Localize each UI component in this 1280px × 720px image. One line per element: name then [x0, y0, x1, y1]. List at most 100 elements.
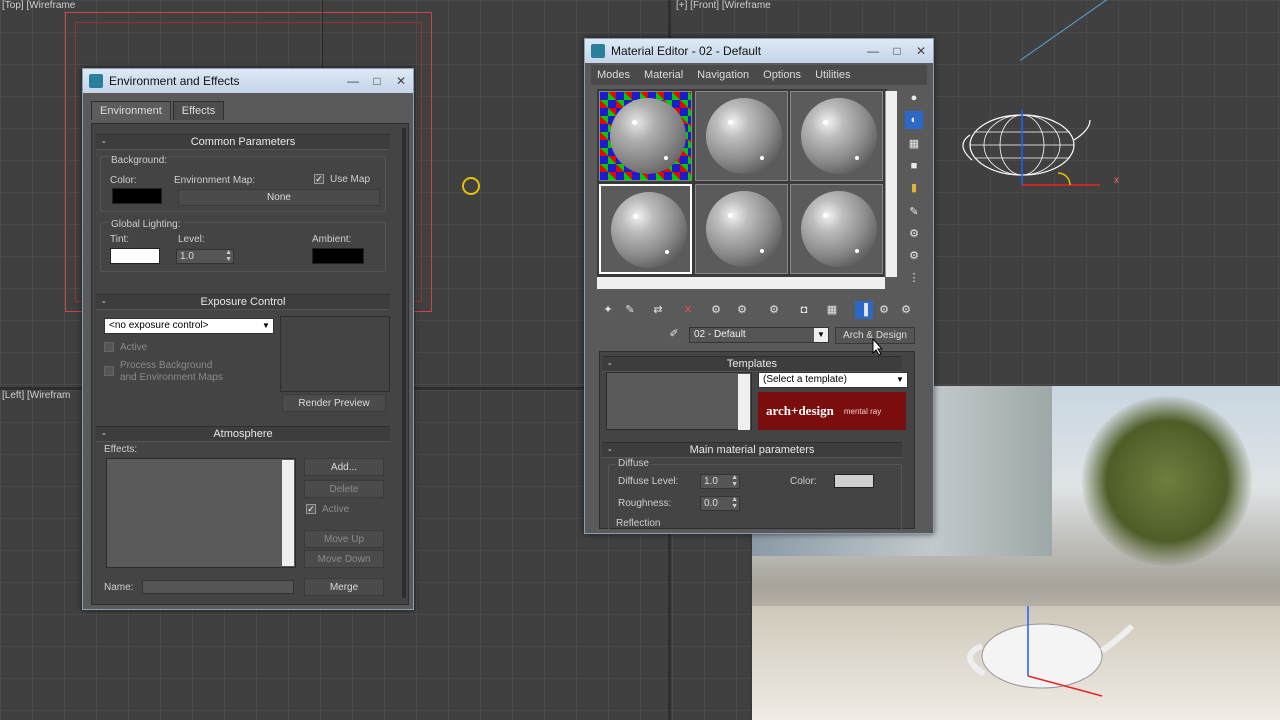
menu-modes[interactable]: Modes: [597, 69, 630, 81]
minimize-icon[interactable]: —: [861, 42, 885, 60]
level-spinner[interactable]: 1.0 ▲ ▼: [176, 249, 234, 264]
axis-x-label: x: [1114, 175, 1119, 186]
put-to-library-icon[interactable]: ⚙: [765, 301, 783, 319]
video-color-check-icon[interactable]: ▮: [905, 179, 923, 197]
tab-environment[interactable]: Environment: [91, 101, 171, 120]
banner-main-text: arch+design: [766, 403, 834, 418]
sample-slot-6[interactable]: [790, 184, 883, 274]
sample-slot-2[interactable]: [695, 91, 788, 181]
common-parameters-header[interactable]: - Common Parameters: [96, 134, 390, 150]
name-field[interactable]: [142, 580, 294, 594]
close-icon[interactable]: ✕: [909, 42, 933, 60]
app-icon: [591, 44, 605, 58]
ambient-label: Ambient:: [312, 234, 352, 245]
maximize-icon[interactable]: □: [885, 42, 909, 60]
mat-params-panel: - Templates (Select a template) ▼ arch+des…: [599, 351, 915, 530]
level-label: Level:: [178, 234, 205, 245]
process-background-checkbox[interactable]: [104, 366, 114, 376]
global-lighting-label: Global Lighting:: [109, 219, 183, 230]
go-to-parent-icon[interactable]: ⚙: [875, 301, 893, 319]
exposure-active-label: Active: [120, 342, 148, 353]
sample-slot-1[interactable]: [599, 91, 692, 181]
left-viewport-label[interactable]: [Left] [Wirefram: [2, 390, 70, 401]
diffuse-level-spinner[interactable]: 1.0 ▲ ▼: [700, 474, 740, 489]
effects-label: Effects:: [104, 444, 138, 455]
make-preview-icon[interactable]: ✎: [905, 203, 923, 221]
arch-design-banner: arch+design mental ray: [758, 392, 906, 430]
sample-uv-tiling-icon[interactable]: ■: [905, 157, 923, 175]
template-select[interactable]: (Select a template) ▼: [758, 372, 908, 388]
environment-map-button[interactable]: None: [178, 189, 380, 206]
env-titlebar[interactable]: Environment and Effects — □ ✕: [83, 69, 413, 93]
teapot-wireframe[interactable]: [950, 90, 1130, 200]
process-background-label-1: Process Background: [120, 360, 213, 371]
minimize-icon[interactable]: —: [341, 72, 365, 90]
mat-menubar: Modes Material Navigation Options Utilit…: [591, 65, 927, 85]
sample-slot-5[interactable]: [695, 184, 788, 274]
close-icon[interactable]: ✕: [389, 72, 413, 90]
main-material-parameters-header[interactable]: - Main material parameters: [602, 442, 902, 458]
put-to-scene-icon[interactable]: ✎: [621, 301, 639, 319]
menu-options[interactable]: Options: [763, 69, 801, 81]
show-shaded-map-icon[interactable]: ▦: [823, 301, 841, 319]
delete-effect-button[interactable]: Delete: [304, 480, 384, 498]
sample-slot-3[interactable]: [790, 91, 883, 181]
background-icon[interactable]: ▦: [905, 135, 923, 153]
exposure-control-header[interactable]: - Exposure Control: [96, 294, 390, 310]
environment-effects-window[interactable]: Environment and Effects — □ ✕ Environmen…: [82, 68, 414, 610]
roughness-spinner[interactable]: 0.0 ▲ ▼: [700, 496, 740, 511]
diffuse-label: Diffuse: [616, 458, 651, 469]
assign-to-selection-icon[interactable]: ⇄: [649, 301, 667, 319]
atmosphere-active-checkbox[interactable]: ✓: [306, 504, 316, 514]
diffuse-color-label: Color:: [790, 476, 817, 487]
exposure-control-dropdown[interactable]: <no exposure control> ▼: [104, 318, 274, 334]
merge-button[interactable]: Merge: [304, 578, 384, 596]
background-label: Background:: [109, 155, 170, 166]
ambient-color-swatch[interactable]: [312, 248, 364, 264]
top-viewport-label[interactable]: [Top] [Wireframe: [2, 0, 75, 11]
sample-type-icon[interactable]: ●: [905, 89, 923, 107]
effects-list-scrollbar[interactable]: [282, 460, 294, 566]
move-down-button[interactable]: Move Down: [304, 550, 384, 568]
sample-slot-4[interactable]: [599, 184, 692, 274]
reset-map-icon[interactable]: ✕: [679, 301, 697, 319]
atmosphere-header[interactable]: - Atmosphere: [96, 426, 390, 442]
slots-horizontal-scrollbar[interactable]: [597, 277, 885, 289]
use-map-checkbox[interactable]: ✓: [314, 174, 324, 184]
slots-vertical-scrollbar[interactable]: [885, 91, 897, 277]
show-end-result-icon[interactable]: ▐: [855, 301, 873, 319]
material-editor-window[interactable]: Material Editor - 02 - Default — □ ✕ Mod…: [584, 38, 934, 534]
material-id-channel-icon[interactable]: ◘: [795, 301, 813, 319]
copy-material-icon[interactable]: ⚙: [707, 301, 725, 319]
get-material-icon[interactable]: ✦: [599, 301, 617, 319]
effects-listbox[interactable]: [106, 458, 296, 568]
go-forward-sibling-icon[interactable]: ⚙: [897, 301, 915, 319]
menu-material[interactable]: Material: [644, 69, 683, 81]
menu-utilities[interactable]: Utilities: [815, 69, 850, 81]
material-map-navigator-icon[interactable]: ⋮: [905, 269, 923, 287]
diffuse-color-swatch[interactable]: [834, 474, 874, 488]
tab-effects[interactable]: Effects: [172, 101, 225, 120]
options-icon[interactable]: ⚙: [905, 225, 923, 243]
templates-header[interactable]: - Templates: [602, 356, 902, 372]
backlight-icon[interactable]: ◐: [905, 111, 923, 129]
mat-titlebar[interactable]: Material Editor - 02 - Default — □ ✕: [585, 39, 933, 63]
reflection-label: Reflection: [616, 518, 661, 529]
env-scrollbar[interactable]: [402, 128, 406, 598]
select-by-material-icon[interactable]: ⚙: [905, 247, 923, 265]
make-unique-icon[interactable]: ⚙: [733, 301, 751, 319]
exposure-active-checkbox[interactable]: [104, 342, 114, 352]
material-name-field[interactable]: 02 - Default ▼: [689, 327, 829, 343]
mouse-cursor-icon: [872, 338, 884, 356]
render-preview-button[interactable]: Render Preview: [282, 394, 386, 412]
maximize-icon[interactable]: □: [365, 72, 389, 90]
add-effect-button[interactable]: Add...: [304, 458, 384, 476]
tint-color-swatch[interactable]: [110, 248, 160, 264]
pick-material-eyedropper-icon[interactable]: ✐: [665, 325, 683, 343]
light-gizmo-icon: [462, 177, 480, 195]
background-color-swatch[interactable]: [112, 188, 162, 204]
menu-navigation[interactable]: Navigation: [697, 69, 749, 81]
move-up-button[interactable]: Move Up: [304, 530, 384, 548]
templates-description-scrollbar[interactable]: [738, 374, 750, 430]
front-viewport-label[interactable]: [+] [Front] [Wireframe: [676, 0, 771, 11]
